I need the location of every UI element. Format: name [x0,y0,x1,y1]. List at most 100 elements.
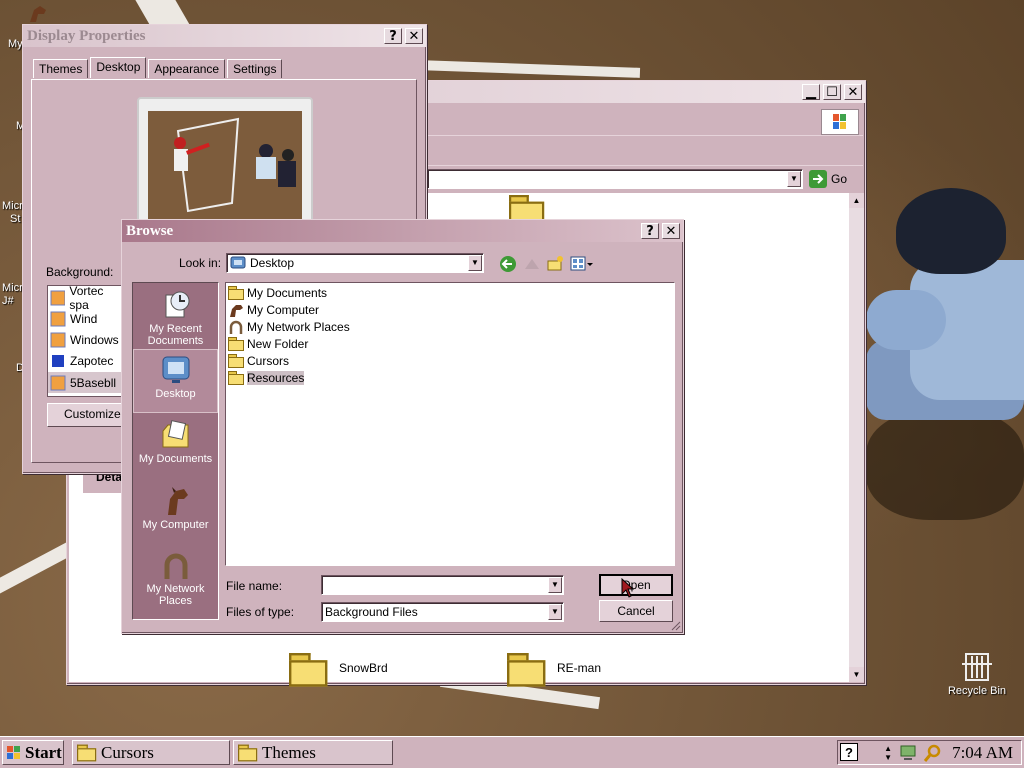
folder-icon [228,285,244,300]
folder-item[interactable]: SnowBrd [289,653,388,687]
start-label: Start [25,742,62,762]
list-item[interactable]: Windows [50,330,119,350]
resize-grip-icon[interactable] [669,619,681,631]
desktop-icon-label[interactable]: Micr [2,282,23,294]
image-file-icon [50,311,66,327]
list-item[interactable]: Wind [50,309,97,329]
vertical-scrollbar[interactable]: ▲ ▼ [849,193,864,682]
horse-icon[interactable] [26,2,50,26]
scroll-down-icon[interactable]: ▼ [849,667,864,682]
folder-item[interactable]: RE-man [507,653,601,687]
chevron-down-icon[interactable]: ▼ [787,171,801,187]
go-arrow-icon [809,170,827,188]
my-documents-icon [162,420,188,448]
network-icon[interactable] [898,743,918,763]
place-my-computer[interactable]: My Computer [133,481,218,531]
monitor-preview [137,97,313,227]
close-button[interactable]: ✕ [844,84,862,100]
help-button[interactable]: ? [384,28,402,44]
chevron-down-icon[interactable]: ▼ [468,255,482,271]
windows-flag-icon [7,745,20,759]
taskbar: Start Cursors Themes ? ▲ ▼ 7:04 AM [0,736,1024,768]
list-item[interactable]: Cursors [228,352,289,369]
back-arrow-icon[interactable] [499,255,517,273]
recycle-bin-icon [962,653,992,681]
chalk-line [419,60,641,78]
place-my-documents[interactable]: My Documents [133,415,218,465]
open-button[interactable]: Open [599,574,673,596]
list-item[interactable]: My Documents [228,284,327,301]
folder-icon [228,336,244,351]
files-of-type-dropdown[interactable]: Background Files ▼ [321,602,564,622]
taskbar-item-themes[interactable]: Themes [233,740,393,765]
folder-icon [289,653,375,725]
desktop-icon [230,256,246,269]
place-my-network-places[interactable]: My Network Places [133,545,218,607]
umpire-shadow [866,410,1024,520]
folder-icon [507,653,593,725]
tab-desktop[interactable]: Desktop [90,57,147,78]
tab-settings[interactable]: Settings [227,59,283,78]
recycle-bin[interactable]: Recycle Bin [942,650,1012,697]
file-name-input[interactable]: ▼ [321,575,564,595]
window-title: Browse [126,222,174,239]
chevron-down-icon[interactable]: ▼ [548,577,562,593]
tab-appearance[interactable]: Appearance [148,59,226,78]
help-button[interactable]: ? [641,223,659,239]
look-in-label: Look in: [179,256,222,270]
tray-expand-icon[interactable]: ▲ ▼ [884,744,892,762]
desktop-icon-label[interactable]: St [10,213,20,225]
start-button[interactable]: Start [2,740,64,765]
look-in-dropdown[interactable]: Desktop ▼ [226,253,484,273]
go-label: Go [831,172,848,186]
folder-icon [228,353,244,368]
horseshoe-icon [229,320,243,334]
zapotec-icon [52,355,64,367]
list-item[interactable]: Zapotec [50,351,113,371]
tab-strip: Themes Desktop Appearance Settings [33,57,284,78]
windows-flag-icon [833,114,846,129]
list-item-selected[interactable]: 5Basebll [48,372,122,393]
place-recent-documents[interactable]: My Recent Documents [133,285,218,347]
cancel-button[interactable]: Cancel [599,600,673,622]
files-of-type-label: Files of type: [226,605,295,619]
list-item[interactable]: New Folder [228,335,308,352]
recent-documents-icon [165,291,189,318]
go-button[interactable]: Go [809,169,847,189]
desktop-icon-label[interactable]: Micr [2,200,23,212]
file-list[interactable]: My Documents My Computer My Network Plac… [225,282,675,566]
tab-themes[interactable]: Themes [33,59,89,78]
mouse-cursor-icon [621,578,635,598]
umpire-arm [866,290,946,350]
up-folder-icon[interactable] [523,255,541,273]
close-button[interactable]: ✕ [662,223,680,239]
close-button[interactable]: ✕ [405,28,423,44]
minimize-button[interactable]: ▁ [802,84,820,100]
browse-dialog[interactable]: Browse ? ✕ Look in: Desktop ▼ My Recent … [121,219,684,634]
list-item-selected[interactable]: Resources [228,369,305,386]
maximize-button[interactable]: ☐ [823,84,841,100]
address-input[interactable]: ▼ [427,169,803,189]
desktop-icon-label[interactable]: J# [2,295,14,307]
chevron-down-icon[interactable]: ▼ [548,604,562,620]
list-item[interactable]: My Computer [228,301,319,318]
new-folder-icon[interactable] [546,255,564,273]
place-desktop[interactable]: Desktop [133,349,218,413]
horseshoe-icon [164,553,187,579]
horse-icon [230,304,243,317]
view-menu-icon[interactable] [570,255,594,273]
browse-titlebar[interactable]: Browse ? ✕ [122,220,683,242]
list-item[interactable]: Vortec spa [50,286,124,312]
desktop-icon-label[interactable]: My [8,38,23,50]
wallpaper-preview [148,111,302,219]
file-name-label: File name: [226,579,283,593]
background-list[interactable]: Vortec spa Wind Windows Zapotec 5Basebll [47,285,125,397]
list-item[interactable]: My Network Places [228,318,350,335]
taskbar-item-cursors[interactable]: Cursors [72,740,230,765]
scroll-up-icon[interactable]: ▲ [849,193,864,208]
background-label: Background: [46,265,114,279]
display-properties-titlebar[interactable]: Display Properties ? ✕ [23,25,426,47]
search-icon[interactable] [922,743,942,763]
clock[interactable]: 7:04 AM [952,743,1013,763]
chalk-line [129,0,191,26]
